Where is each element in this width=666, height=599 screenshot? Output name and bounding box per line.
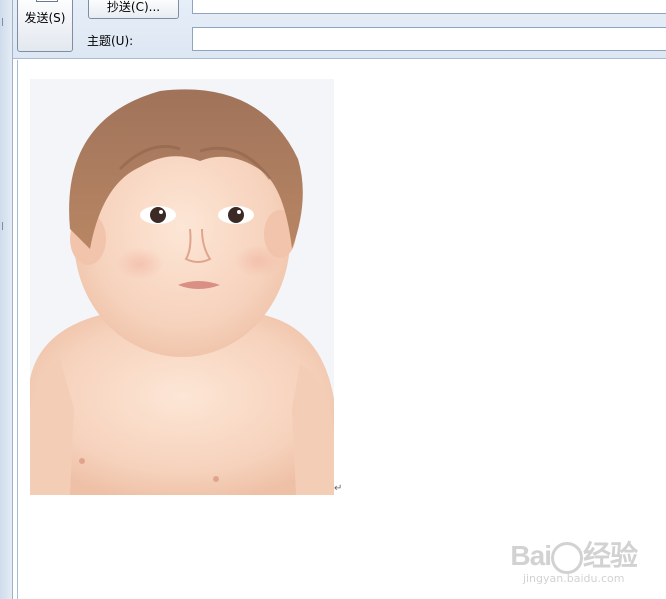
- baidu-jingyan-watermark: Bai 经验 jingyan.baidu.com: [510, 534, 638, 585]
- envelope-icon: [36, 0, 58, 2]
- send-button[interactable]: 发送(S): [17, 0, 73, 52]
- outer-window-edge: [0, 0, 13, 599]
- edge-tick: [2, 222, 8, 230]
- subject-input[interactable]: [192, 27, 666, 51]
- watermark-brand-right: 经验: [582, 540, 638, 571]
- compose-header: 发送(S) 抄送(C)... 主题(U):: [13, 0, 666, 59]
- subject-label: 主题(U):: [87, 34, 134, 48]
- edge-tick: [2, 18, 8, 26]
- cc-button[interactable]: 抄送(C)...: [88, 0, 179, 19]
- watermark-brand-left: Bai: [510, 540, 552, 571]
- send-button-label: 发送(S): [24, 11, 66, 25]
- watermark-url: jingyan.baidu.com: [522, 572, 625, 585]
- cc-input[interactable]: [192, 0, 666, 14]
- message-body[interactable]: ↵ Bai 经验 jingyan.baidu.com: [17, 60, 666, 599]
- inline-photo-baby[interactable]: [30, 79, 334, 495]
- paw-icon: [550, 541, 583, 574]
- paragraph-mark: ↵: [334, 483, 343, 494]
